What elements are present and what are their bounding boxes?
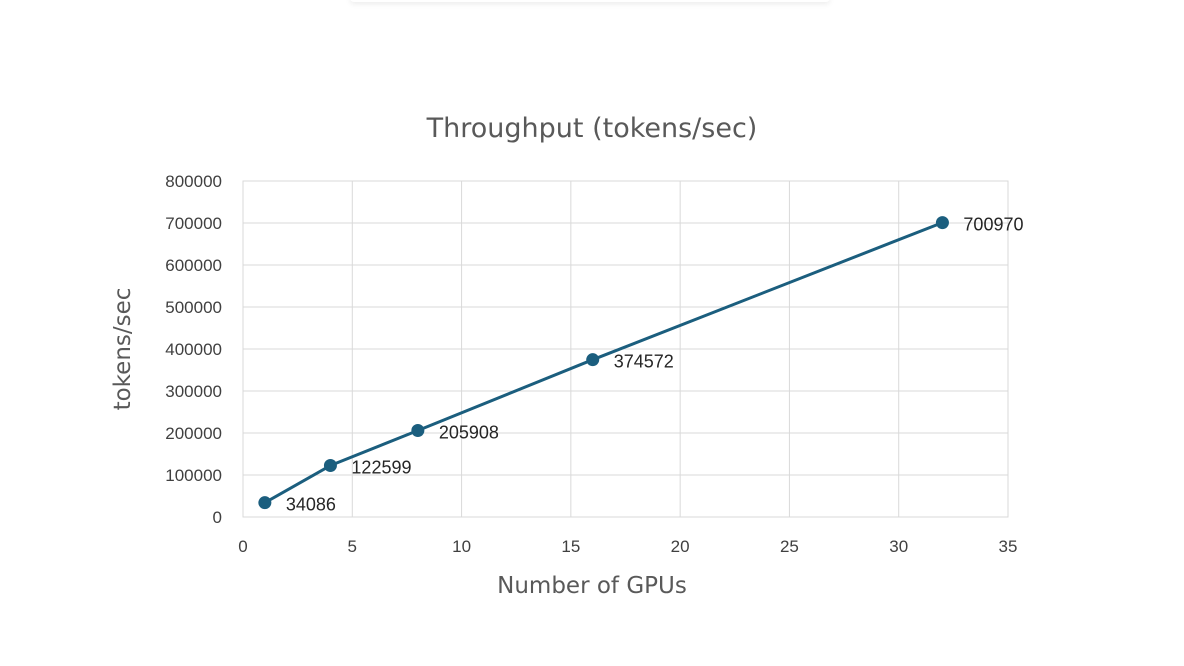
x-tick-label: 5 xyxy=(348,537,357,556)
y-tick-label: 200000 xyxy=(165,424,222,443)
chart-title: Throughput (tokens/sec) xyxy=(426,113,758,144)
y-tick-label: 0 xyxy=(213,508,222,527)
data-point xyxy=(935,216,949,230)
data-label: 374572 xyxy=(614,352,674,372)
x-axis-title: Number of GPUs xyxy=(497,573,687,599)
y-tick-label: 700000 xyxy=(165,214,222,233)
x-tick-label: 10 xyxy=(452,537,471,556)
x-tick-label: 25 xyxy=(780,537,799,556)
data-labels: 34086 122599 205908 374572 700970 xyxy=(286,215,1024,515)
data-label: 205908 xyxy=(439,423,499,443)
x-tick-label: 15 xyxy=(561,537,580,556)
data-point xyxy=(411,424,425,438)
data-label: 122599 xyxy=(351,458,411,478)
x-tick-label: 0 xyxy=(238,537,247,556)
y-axis-title: tokens/sec xyxy=(110,288,136,411)
data-label: 34086 xyxy=(286,495,336,515)
line-chart: Throughput (tokens/sec) Number of GPUs t… xyxy=(110,113,1024,599)
y-tick-label: 500000 xyxy=(165,298,222,317)
data-point xyxy=(258,496,272,510)
x-tick-label: 30 xyxy=(889,537,908,556)
y-tick-label: 400000 xyxy=(165,340,222,359)
data-point xyxy=(586,353,600,367)
x-tick-label: 20 xyxy=(671,537,690,556)
data-point xyxy=(323,459,337,473)
y-tick-label: 100000 xyxy=(165,466,222,485)
y-tick-label: 600000 xyxy=(165,256,222,275)
y-tick-label: 300000 xyxy=(165,382,222,401)
y-tick-label: 800000 xyxy=(165,172,222,191)
x-tick-label: 35 xyxy=(999,537,1018,556)
data-label: 700970 xyxy=(963,215,1023,235)
